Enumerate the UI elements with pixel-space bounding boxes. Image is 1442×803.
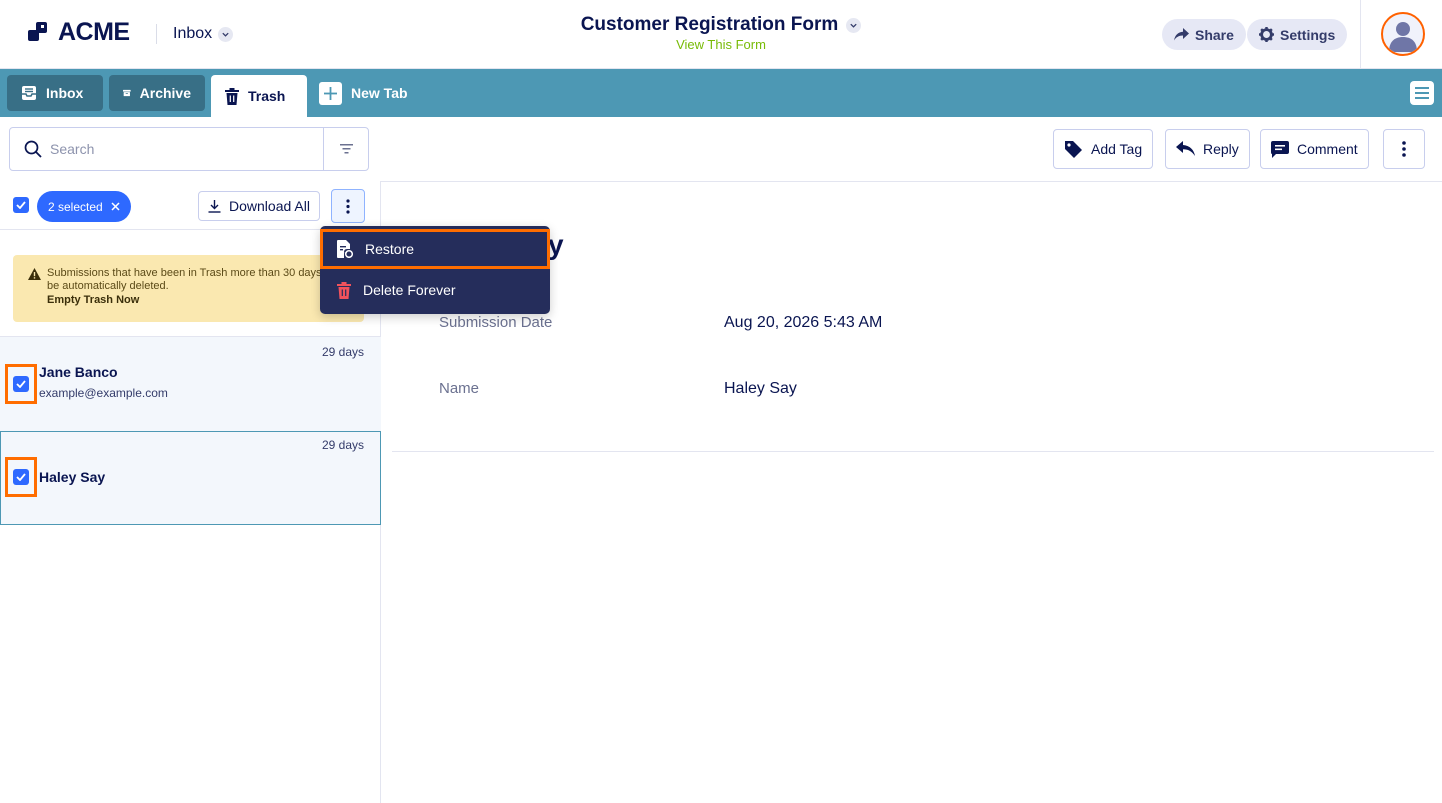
submission-email: example@example.com bbox=[39, 386, 168, 400]
toolbar-divider bbox=[381, 181, 1442, 182]
menu-item-delete-forever[interactable]: Delete Forever bbox=[320, 270, 550, 310]
submission-age: 29 days bbox=[321, 438, 364, 452]
menu-item-delete-forever-label: Delete Forever bbox=[363, 282, 456, 298]
selection-toolbar: 2 selected Download All bbox=[0, 181, 380, 230]
menu-item-restore[interactable]: Restore bbox=[320, 229, 550, 269]
inbox-icon bbox=[22, 86, 36, 100]
tag-icon bbox=[1065, 140, 1082, 158]
detail-divider bbox=[392, 451, 1434, 452]
tab-archive[interactable]: Archive bbox=[109, 75, 205, 111]
tab-inbox-label: Inbox bbox=[46, 85, 84, 101]
warning-icon bbox=[28, 268, 41, 280]
tab-archive-label: Archive bbox=[139, 85, 191, 101]
selected-count-badge[interactable]: 2 selected bbox=[37, 191, 131, 222]
form-title-dropdown[interactable]: Customer Registration Form bbox=[581, 14, 862, 36]
user-avatar[interactable] bbox=[1381, 12, 1425, 56]
checkmark-icon bbox=[16, 473, 26, 481]
user-icon bbox=[1389, 22, 1417, 52]
reply-button[interactable]: Reply bbox=[1165, 129, 1250, 169]
submission-item[interactable]: 29 days Jane Banco example@example.com bbox=[0, 336, 381, 431]
comment-label: Comment bbox=[1297, 141, 1358, 157]
submission-name: Haley Say bbox=[39, 469, 106, 485]
reply-label: Reply bbox=[1203, 141, 1239, 157]
submission-title: y bbox=[548, 229, 564, 260]
selected-count-label: 2 selected bbox=[48, 199, 103, 214]
gear-icon bbox=[1259, 27, 1274, 42]
search-icon bbox=[24, 140, 42, 158]
tab-inbox[interactable]: Inbox bbox=[7, 75, 103, 111]
filter-icon bbox=[339, 144, 353, 154]
checkbox-checked bbox=[13, 376, 29, 392]
tab-new[interactable]: New Tab bbox=[305, 75, 422, 111]
tab-trash-label: Trash bbox=[248, 88, 286, 104]
add-tag-button[interactable]: Add Tag bbox=[1053, 129, 1154, 169]
trash-warning-text: Submissions that have been in Trash more… bbox=[47, 267, 340, 292]
comment-button[interactable]: Comment bbox=[1260, 129, 1369, 169]
bulk-actions-menu-button[interactable] bbox=[331, 189, 365, 223]
submission-age: 29 days bbox=[321, 345, 364, 359]
chevron-down-icon bbox=[846, 17, 862, 33]
trash-warning-banner: Submissions that have been in Trash more… bbox=[13, 255, 364, 322]
field-label-name: Name bbox=[439, 380, 480, 397]
tab-bar: Inbox Archive Trash New Tab bbox=[0, 69, 1442, 117]
select-all-checkbox[interactable] bbox=[13, 197, 29, 213]
download-icon bbox=[208, 199, 221, 213]
submission-item-selected[interactable]: 29 days Haley Say bbox=[0, 431, 381, 525]
header-vertical-divider bbox=[1360, 0, 1361, 69]
checkbox-checked bbox=[13, 469, 29, 485]
submission-checkbox[interactable] bbox=[5, 364, 37, 404]
tab-new-label: New Tab bbox=[351, 85, 408, 101]
close-icon[interactable] bbox=[111, 202, 120, 211]
more-actions-button[interactable] bbox=[1383, 129, 1425, 169]
trash-icon bbox=[337, 281, 351, 299]
menu-item-restore-label: Restore bbox=[365, 241, 415, 257]
empty-trash-link[interactable]: Empty Trash Now bbox=[47, 294, 352, 307]
checkmark-icon bbox=[16, 380, 26, 388]
submission-name: Jane Banco bbox=[39, 364, 118, 380]
bulk-actions-menu: Restore Delete Forever bbox=[320, 226, 550, 314]
checkmark-icon bbox=[16, 201, 26, 209]
share-icon bbox=[1174, 28, 1189, 41]
app-header: ACME Inbox Customer Registration Form Vi… bbox=[0, 0, 1442, 69]
hamburger-icon bbox=[1415, 87, 1429, 99]
field-value-name: Haley Say bbox=[724, 380, 797, 397]
hamburger-menu-button[interactable] bbox=[1410, 81, 1434, 105]
comment-icon bbox=[1271, 140, 1289, 158]
restore-icon bbox=[337, 240, 353, 258]
settings-button[interactable]: Settings bbox=[1247, 19, 1348, 50]
search-box bbox=[9, 127, 369, 171]
share-label: Share bbox=[1195, 26, 1234, 43]
share-button[interactable]: Share bbox=[1162, 19, 1246, 50]
archive-icon bbox=[123, 89, 131, 97]
settings-label: Settings bbox=[1280, 26, 1336, 43]
tab-trash[interactable]: Trash bbox=[211, 75, 307, 117]
trash-icon bbox=[225, 87, 239, 105]
more-vertical-icon bbox=[346, 198, 350, 214]
more-vertical-icon bbox=[1402, 141, 1406, 157]
submission-checkbox[interactable] bbox=[5, 457, 37, 497]
download-all-label: Download All bbox=[229, 198, 310, 214]
plus-icon bbox=[319, 81, 342, 105]
reply-icon bbox=[1176, 141, 1195, 156]
filter-button[interactable] bbox=[323, 128, 368, 170]
add-tag-label: Add Tag bbox=[1091, 141, 1143, 157]
field-label-submission-date: Submission Date bbox=[439, 314, 553, 331]
form-title: Customer Registration Form bbox=[580, 14, 839, 35]
field-value-submission-date: Aug 20, 2026 5:43 AM bbox=[724, 314, 883, 331]
download-all-button[interactable]: Download All bbox=[198, 191, 320, 221]
search-input[interactable] bbox=[50, 138, 320, 160]
